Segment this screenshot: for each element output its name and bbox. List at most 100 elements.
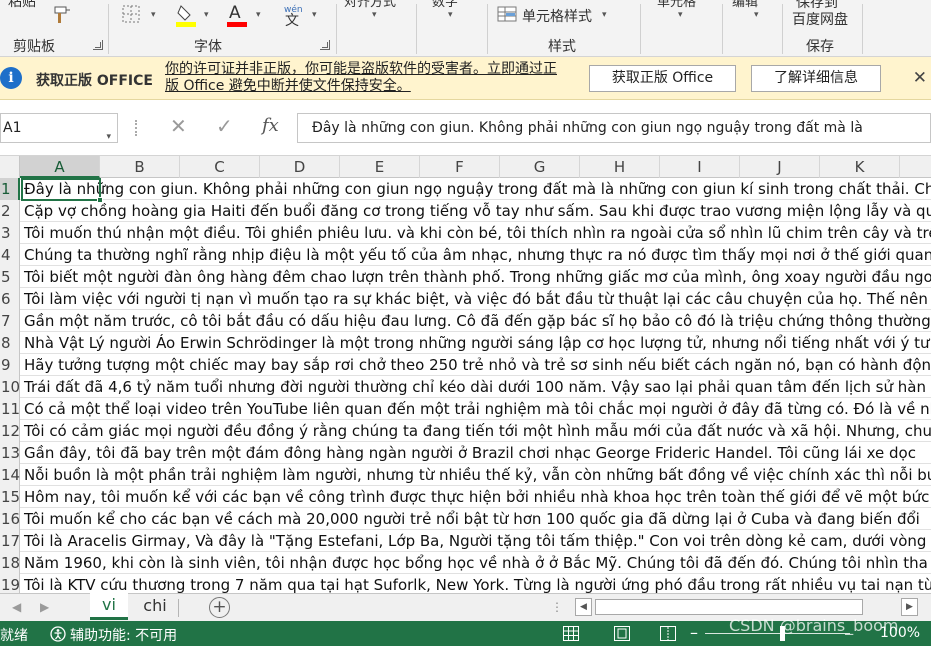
column-header-h[interactable]: H [580, 156, 660, 178]
row-header[interactable]: 10 [0, 376, 20, 398]
column-header-e[interactable]: E [340, 156, 420, 178]
column-header-g[interactable]: G [500, 156, 580, 178]
column-header-c[interactable]: C [180, 156, 260, 178]
row-header[interactable]: 12 [0, 420, 20, 442]
cell[interactable]: Chúng ta thường nghĩ rằng nhịp điệu là m… [20, 244, 931, 266]
learn-more-button[interactable]: 了解详细信息 [751, 65, 881, 92]
zoom-out-icon[interactable]: – [690, 623, 698, 642]
chevron-down-icon[interactable]: ▾ [312, 10, 317, 20]
cells-label[interactable]: 单元格 [657, 0, 696, 10]
enter-icon[interactable]: ✓ [216, 114, 233, 138]
select-all-corner[interactable] [0, 156, 20, 178]
cell[interactable]: Tôi làm việc với người tị nạn vì muốn tạ… [20, 288, 931, 310]
chevron-down-icon[interactable]: ▾ [754, 10, 759, 20]
page-layout-view-icon[interactable] [614, 626, 630, 641]
normal-view-icon[interactable] [563, 626, 579, 641]
cell[interactable]: Tôi biết một người đàn ông hàng đêm chao… [20, 266, 931, 288]
close-icon[interactable]: ✕ [913, 68, 927, 88]
scroll-right-icon[interactable]: ▶ [901, 598, 918, 616]
fill-handle[interactable] [97, 197, 103, 203]
row-header[interactable]: 1 [0, 178, 20, 200]
row-header[interactable]: 5 [0, 266, 20, 288]
alignment-label[interactable]: 对齐方式 [344, 0, 396, 10]
cell[interactable]: Đây là những con giun. Không phải những … [20, 178, 931, 200]
chevron-down-icon[interactable]: ▾ [256, 10, 261, 20]
cell[interactable]: Tôi là Aracelis Girmay, Và đây là "Tặng … [20, 530, 931, 552]
cell[interactable]: Gần đây, tôi đã bay trên một đám đông hà… [20, 442, 931, 464]
license-warning-message[interactable]: 你的许可证并非正版，你可能是盗版软件的受害者。立即通过正版 Office 避免中… [165, 61, 565, 95]
sheet-tab-chi[interactable]: chi [138, 594, 172, 620]
cell-styles-icon[interactable] [497, 4, 517, 28]
clipboard-launcher-icon[interactable] [93, 40, 103, 50]
chevron-down-icon[interactable]: ▾ [602, 10, 607, 20]
formula-input[interactable]: Đây là những con giun. Không phải những … [297, 113, 931, 143]
cell[interactable]: Tôi có cảm giác mọi người đều đồng ý rằn… [20, 420, 931, 442]
row-header[interactable]: 16 [0, 508, 20, 530]
previous-sheet-icon[interactable]: ◀ [12, 600, 21, 614]
row-header[interactable]: 11 [0, 398, 20, 420]
row-header[interactable]: 7 [0, 310, 20, 332]
horizontal-scrollbar[interactable]: ◀ ▶ [575, 598, 918, 616]
cancel-icon[interactable]: ✕ [170, 114, 187, 138]
font-launcher-icon[interactable] [320, 40, 330, 50]
cell[interactable]: Tôi là KTV cứu thương trong 7 năm qua tạ… [20, 574, 931, 593]
column-header-a[interactable]: A [20, 156, 100, 178]
worksheet-grid[interactable]: A B C D E F G H I J K 1 Đây là những con … [0, 156, 931, 593]
name-box[interactable]: A1 ▾ [0, 113, 118, 143]
cell[interactable]: Hãy tưởng tượng một chiếc may bay sắp rơ… [20, 354, 931, 376]
row-header[interactable]: 2 [0, 200, 20, 222]
row-header[interactable]: 18 [0, 552, 20, 574]
cell[interactable]: Trái đất đã 4,6 tỷ năm tuổi nhưng đời ng… [20, 376, 931, 398]
baidu-save-label-line2[interactable]: 百度网盘 [792, 9, 848, 29]
cell[interactable]: Nỗi buồn là một phần trải nghiệm làm ngư… [20, 464, 931, 486]
next-sheet-icon[interactable]: ▶ [40, 600, 49, 614]
row-header[interactable]: 19 [0, 574, 20, 593]
tab-splitter-handle[interactable]: ⋮ [551, 600, 563, 614]
column-header-k[interactable]: K [820, 156, 900, 178]
scroll-left-icon[interactable]: ◀ [575, 598, 592, 616]
column-header-b[interactable]: B [100, 156, 180, 178]
column-header-d[interactable]: D [260, 156, 340, 178]
row-header[interactable]: 13 [0, 442, 20, 464]
insert-function-icon[interactable]: fx [262, 115, 279, 136]
cell[interactable]: Cặp vợ chồng hoàng gia Haiti đến buổi đă… [20, 200, 931, 222]
row-header[interactable]: 8 [0, 332, 20, 354]
font-color-icon[interactable]: A [226, 2, 248, 32]
resize-handle[interactable] [135, 120, 138, 136]
phonetic-guide-icon[interactable]: wén 文 [283, 2, 303, 32]
editing-label[interactable]: 编辑 [732, 0, 758, 10]
column-header-i[interactable]: I [660, 156, 740, 178]
cell[interactable]: Hôm nay, tôi muốn kể với các bạn về công… [20, 486, 931, 508]
number-label[interactable]: 数字 [432, 0, 458, 10]
format-painter-icon[interactable] [52, 4, 74, 30]
cell[interactable]: Gần một năm trước, cô tôi bắt đầu có dấu… [20, 310, 931, 332]
row-header[interactable]: 9 [0, 354, 20, 376]
row-header[interactable]: 15 [0, 486, 20, 508]
chevron-down-icon[interactable]: ▾ [204, 10, 209, 20]
scrollbar-thumb[interactable] [595, 599, 863, 615]
accessibility-status[interactable]: 辅助功能: 不可用 [70, 625, 177, 645]
column-header-j[interactable]: J [740, 156, 820, 178]
column-header-f[interactable]: F [420, 156, 500, 178]
cell[interactable]: Tôi muốn thú nhận một điều. Tôi ghiền ph… [20, 222, 931, 244]
row-header[interactable]: 3 [0, 222, 20, 244]
sheet-tab-vi[interactable]: vi [90, 593, 128, 620]
add-sheet-button[interactable]: + [209, 597, 230, 618]
chevron-down-icon[interactable]: ▾ [448, 10, 453, 20]
cell[interactable]: Nhà Vật Lý người Áo Erwin Schrödinger là… [20, 332, 931, 354]
cell[interactable]: Năm 1960, khi còn là sinh viên, tôi nhận… [20, 552, 931, 574]
chevron-down-icon[interactable]: ▾ [678, 10, 683, 20]
row-header[interactable]: 6 [0, 288, 20, 310]
accessibility-icon[interactable] [50, 626, 66, 642]
row-header[interactable]: 4 [0, 244, 20, 266]
fill-color-icon[interactable] [175, 2, 199, 32]
get-genuine-office-button[interactable]: 获取正版 Office [589, 65, 736, 92]
chevron-down-icon[interactable]: ▾ [151, 10, 156, 20]
cell-styles-label[interactable]: 单元格样式 [522, 6, 592, 26]
paste-label[interactable]: 粘贴 [8, 0, 36, 11]
row-header[interactable]: 17 [0, 530, 20, 552]
cell[interactable]: Tôi muốn kể cho các bạn về cách mà 20,00… [20, 508, 931, 530]
cell[interactable]: Có cả một thể loại video trên YouTube li… [20, 398, 931, 420]
chevron-down-icon[interactable]: ▾ [106, 123, 111, 151]
chevron-down-icon[interactable]: ▾ [372, 10, 377, 20]
